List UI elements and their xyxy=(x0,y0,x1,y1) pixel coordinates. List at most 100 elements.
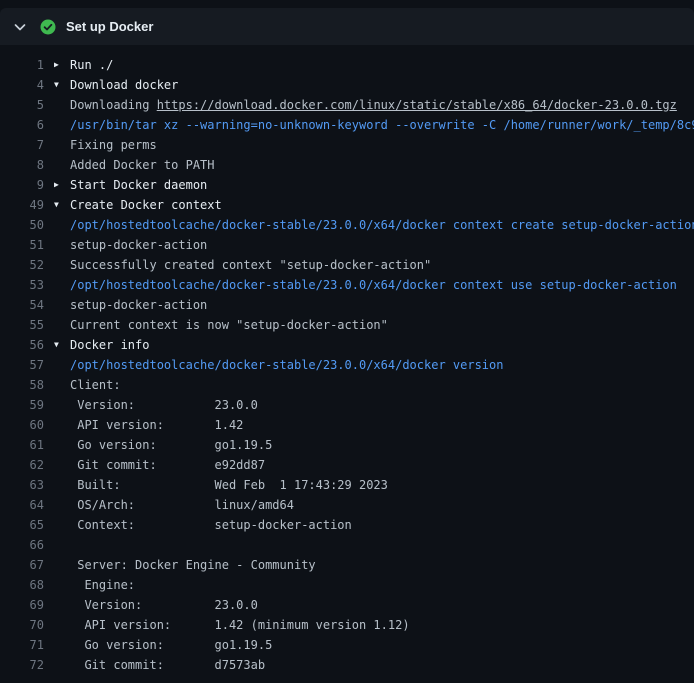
line-number[interactable]: 9 xyxy=(0,175,44,195)
log-line: 59 Version: 23.0.0 xyxy=(0,395,694,415)
log-line: 7 Fixing perms xyxy=(0,135,694,155)
log-text: Downloading https://download.docker.com/… xyxy=(70,95,677,115)
actions-log-page: Set up Docker 1▶Run ./4▼Download docker5… xyxy=(0,0,694,683)
log-line: 56 ▼Docker info xyxy=(0,335,694,355)
line-number[interactable]: 61 xyxy=(0,435,44,455)
line-number[interactable]: 54 xyxy=(0,295,44,315)
line-number[interactable]: 5 xyxy=(0,95,44,115)
line-number[interactable]: 63 xyxy=(0,475,44,495)
log-line: 65 Context: setup-docker-action xyxy=(0,515,694,535)
log-line: 68 Engine: xyxy=(0,575,694,595)
line-number[interactable]: 50 xyxy=(0,215,44,235)
line-number[interactable]: 69 xyxy=(0,595,44,615)
log-line: 66 xyxy=(0,535,694,555)
log-text: Download docker xyxy=(70,75,178,95)
line-number[interactable]: 68 xyxy=(0,575,44,595)
group-expand-icon[interactable]: ▶ xyxy=(54,175,70,195)
log-line: 71 Go version: go1.19.5 xyxy=(0,635,694,655)
line-number[interactable]: 8 xyxy=(0,155,44,175)
line-number[interactable]: 72 xyxy=(0,655,44,675)
chevron-down-icon[interactable] xyxy=(12,19,28,35)
line-number[interactable]: 64 xyxy=(0,495,44,515)
line-number[interactable]: 51 xyxy=(0,235,44,255)
line-number[interactable]: 52 xyxy=(0,255,44,275)
log-line: 51 setup-docker-action xyxy=(0,235,694,255)
line-number[interactable]: 65 xyxy=(0,515,44,535)
line-number[interactable]: 1 xyxy=(0,55,44,75)
log-line: 55 Current context is now "setup-docker-a… xyxy=(0,315,694,335)
log-text: Create Docker context xyxy=(70,195,222,215)
group-collapse-icon[interactable]: ▼ xyxy=(54,335,70,355)
log-text: /opt/hostedtoolcache/docker-stable/23.0.… xyxy=(70,275,677,295)
line-number[interactable]: 59 xyxy=(0,395,44,415)
line-number[interactable]: 53 xyxy=(0,275,44,295)
log-text: Context: setup-docker-action xyxy=(70,515,352,535)
log-line: 1 ▶Run ./ xyxy=(0,55,694,75)
log-line: 9 ▶Start Docker daemon xyxy=(0,175,694,195)
log-text: Version: 23.0.0 xyxy=(70,595,258,615)
log-line: 63 Built: Wed Feb 1 17:43:29 2023 xyxy=(0,475,694,495)
log-line: 60 API version: 1.42 xyxy=(0,415,694,435)
line-number[interactable]: 58 xyxy=(0,375,44,395)
line-number[interactable]: 57 xyxy=(0,355,44,375)
log-text: /opt/hostedtoolcache/docker-stable/23.0.… xyxy=(70,215,694,235)
step-header[interactable]: Set up Docker xyxy=(0,8,694,45)
log-text: Go version: go1.19.5 xyxy=(70,435,272,455)
log-line: 58 Client: xyxy=(0,375,694,395)
line-number[interactable]: 67 xyxy=(0,555,44,575)
log-line: 52 Successfully created context "setup-do… xyxy=(0,255,694,275)
log-line: 8 Added Docker to PATH xyxy=(0,155,694,175)
success-check-icon xyxy=(40,19,56,35)
log-text: Fixing perms xyxy=(70,135,157,155)
log-text: Docker info xyxy=(70,335,149,355)
log-text: Current context is now "setup-docker-act… xyxy=(70,315,388,335)
line-number[interactable]: 66 xyxy=(0,535,44,555)
log-line: 69 Version: 23.0.0 xyxy=(0,595,694,615)
log-link[interactable]: https://download.docker.com/linux/static… xyxy=(157,98,677,112)
log-text: Go version: go1.19.5 xyxy=(70,635,272,655)
log-line: 54 setup-docker-action xyxy=(0,295,694,315)
log-text: Git commit: e92dd87 xyxy=(70,455,265,475)
log-text: Run ./ xyxy=(70,55,113,75)
line-number[interactable]: 55 xyxy=(0,315,44,335)
log-text: API version: 1.42 xyxy=(70,415,243,435)
log-text: setup-docker-action xyxy=(70,235,207,255)
log-text: Engine: xyxy=(70,575,135,595)
log-text: OS/Arch: linux/amd64 xyxy=(70,495,294,515)
line-number[interactable]: 7 xyxy=(0,135,44,155)
line-number[interactable]: 60 xyxy=(0,415,44,435)
log-text: Added Docker to PATH xyxy=(70,155,215,175)
log-line: 62 Git commit: e92dd87 xyxy=(0,455,694,475)
log-text: Built: Wed Feb 1 17:43:29 2023 xyxy=(70,475,388,495)
log-line: 67 Server: Docker Engine - Community xyxy=(0,555,694,575)
log-text: Client: xyxy=(70,375,121,395)
log-text: Successfully created context "setup-dock… xyxy=(70,255,431,275)
log-line: 50/opt/hostedtoolcache/docker-stable/23.… xyxy=(0,215,694,235)
log-line: 70 API version: 1.42 (minimum version 1.… xyxy=(0,615,694,635)
log-line: 57/opt/hostedtoolcache/docker-stable/23.… xyxy=(0,355,694,375)
line-number[interactable]: 49 xyxy=(0,195,44,215)
log-line: 4 ▼Download docker xyxy=(0,75,694,95)
log-text: /opt/hostedtoolcache/docker-stable/23.0.… xyxy=(70,355,503,375)
line-number[interactable]: 71 xyxy=(0,635,44,655)
group-collapse-icon[interactable]: ▼ xyxy=(54,195,70,215)
step-title: Set up Docker xyxy=(66,19,153,34)
log-line: 64 OS/Arch: linux/amd64 xyxy=(0,495,694,515)
log-text: API version: 1.42 (minimum version 1.12) xyxy=(70,615,410,635)
log-line: 6/usr/bin/tar xz --warning=no-unknown-ke… xyxy=(0,115,694,135)
log-text: setup-docker-action xyxy=(70,295,207,315)
log-line: 53/opt/hostedtoolcache/docker-stable/23.… xyxy=(0,275,694,295)
log-container: 1▶Run ./4▼Download docker5Downloading ht… xyxy=(0,45,694,675)
log-text: Version: 23.0.0 xyxy=(70,395,258,415)
group-collapse-icon[interactable]: ▼ xyxy=(54,75,70,95)
line-number[interactable]: 4 xyxy=(0,75,44,95)
log-line: 72 Git commit: d7573ab xyxy=(0,655,694,675)
log-text: Start Docker daemon xyxy=(70,175,207,195)
log-line: 5 Downloading https://download.docker.com… xyxy=(0,95,694,115)
line-number[interactable]: 56 xyxy=(0,335,44,355)
line-number[interactable]: 70 xyxy=(0,615,44,635)
group-expand-icon[interactable]: ▶ xyxy=(54,55,70,75)
line-number[interactable]: 62 xyxy=(0,455,44,475)
line-number[interactable]: 6 xyxy=(0,115,44,135)
log-text: Git commit: d7573ab xyxy=(70,655,265,675)
